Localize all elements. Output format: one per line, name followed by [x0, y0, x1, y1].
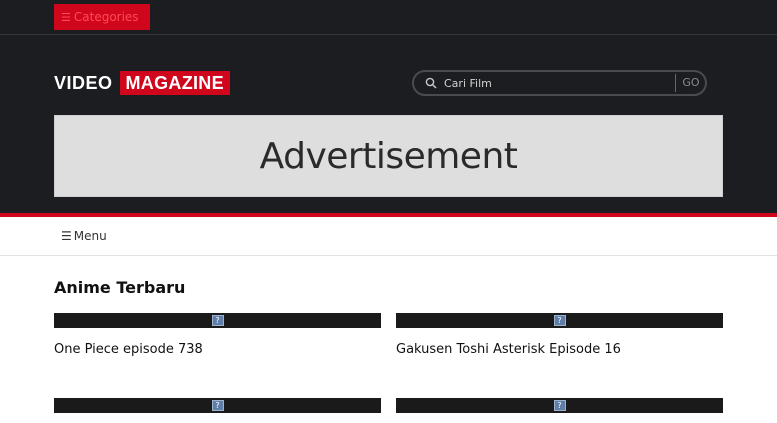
search-divider [675, 74, 676, 92]
section-title: Anime Terbaru [54, 278, 186, 297]
advertisement-text: Advertisement [259, 135, 518, 177]
broken-image-icon: ? [553, 400, 566, 411]
search-go-button[interactable]: GO [680, 74, 702, 92]
video-thumbnail[interactable]: ? [54, 313, 381, 328]
categories-button[interactable]: ☰ Categories [54, 4, 150, 30]
search-icon [425, 77, 437, 89]
menu-bar: ☰ Menu [0, 217, 777, 256]
search-input[interactable] [444, 74, 672, 92]
site-logo[interactable]: VIDEO MAGAZINE [54, 71, 230, 95]
bars-icon: ☰ [61, 11, 71, 24]
broken-image-icon: ? [211, 400, 224, 411]
video-title[interactable]: Gakusen Toshi Asterisk Episode 16 [396, 342, 621, 357]
advertisement-banner[interactable]: Advertisement [54, 115, 723, 197]
menu-label: Menu [73, 229, 107, 243]
bars-icon: ☰ [61, 229, 72, 243]
top-bar: ☰ Categories [0, 0, 777, 35]
header: VIDEO MAGAZINE GO Advertisement [0, 35, 777, 213]
video-thumbnail[interactable]: ? [396, 398, 723, 413]
menu-button[interactable]: ☰ Menu [61, 229, 107, 243]
video-thumbnail[interactable]: ? [54, 398, 381, 413]
video-thumbnail[interactable]: ? [396, 313, 723, 328]
search-box: GO [412, 70, 707, 96]
categories-label: Categories [73, 10, 139, 24]
video-title[interactable]: One Piece episode 738 [54, 342, 203, 357]
broken-image-icon: ? [211, 315, 224, 326]
broken-image-icon: ? [553, 315, 566, 326]
logo-text-magazine: MAGAZINE [119, 71, 230, 95]
logo-text-video: VIDEO [54, 72, 113, 93]
